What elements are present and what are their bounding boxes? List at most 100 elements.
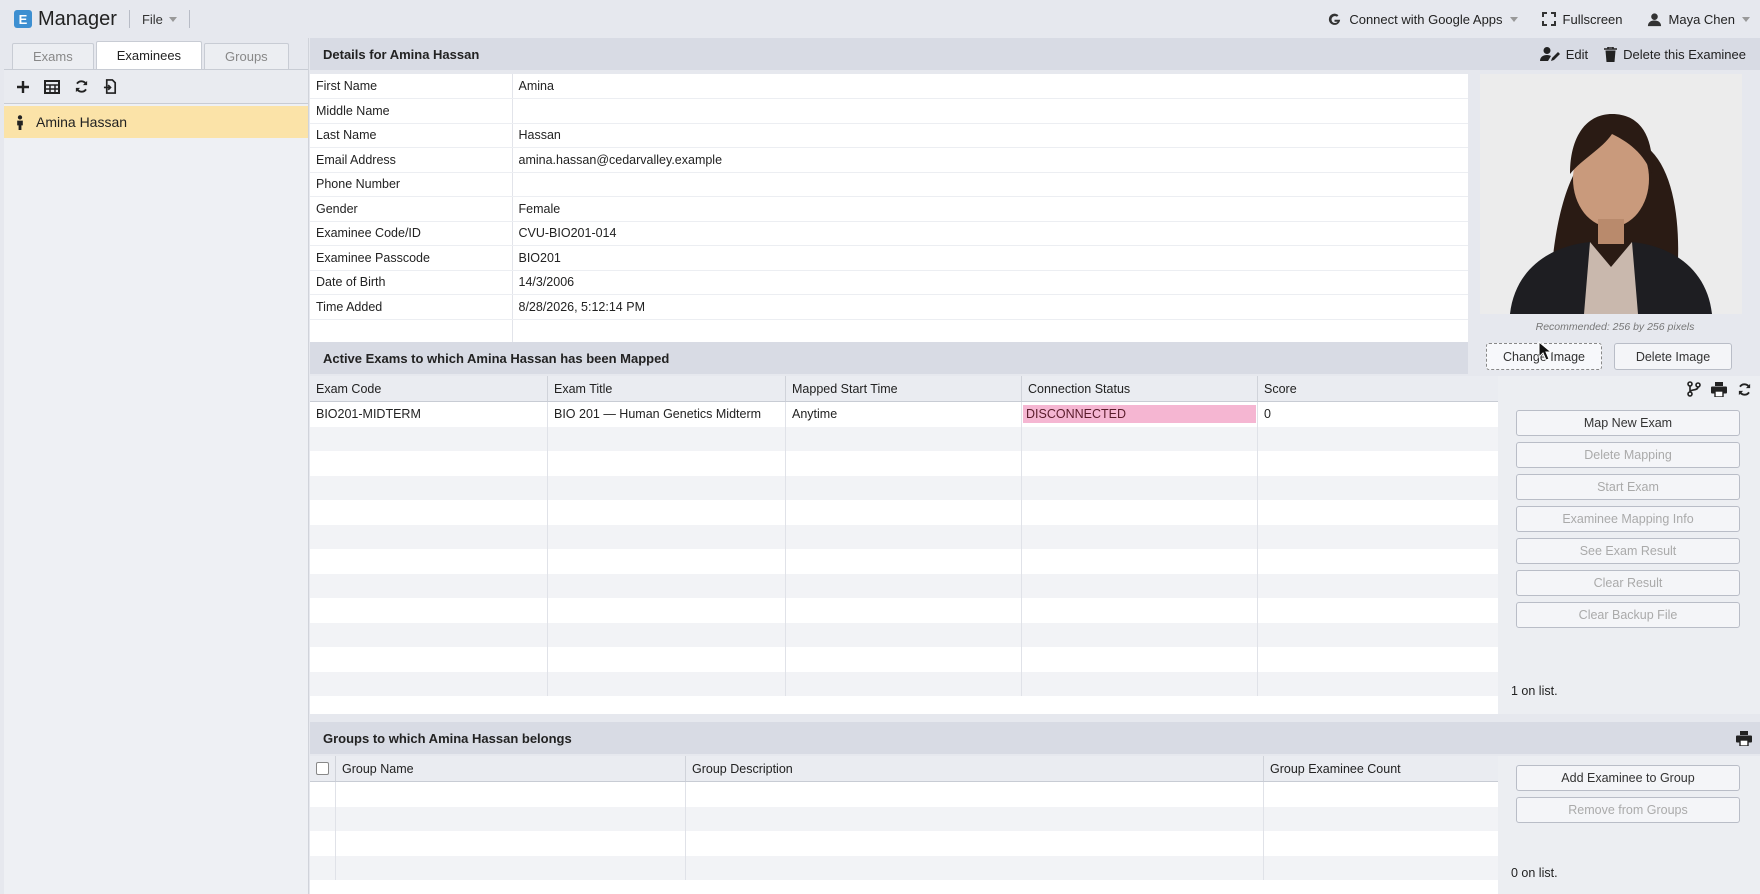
delete-image-button[interactable]: Delete Image	[1614, 343, 1732, 370]
chevron-down-icon	[1509, 16, 1518, 22]
photo-panel: Recommended: 256 by 256 pixels Change Im…	[1480, 74, 1750, 370]
groups-count: 0 on list.	[1511, 866, 1558, 880]
detail-value: 8/28/2026, 5:12:14 PM	[512, 294, 1468, 320]
group-actions-panel: Add Examinee to Group Remove from Groups…	[1498, 756, 1760, 894]
refresh-icon[interactable]	[72, 78, 90, 96]
table-row-empty	[310, 671, 1498, 696]
table-row-empty	[310, 831, 1498, 856]
exams-grid: Exam Code Exam Title Mapped Start Time C…	[310, 376, 1498, 714]
add-to-group-button[interactable]: Add Examinee to Group	[1516, 765, 1740, 791]
score-cell: 0	[1264, 407, 1271, 422]
detail-filler	[512, 319, 1468, 344]
table-row-empty	[310, 426, 1498, 451]
add-icon[interactable]	[14, 78, 32, 96]
detail-label: Last Name	[310, 123, 513, 148]
print-icon[interactable]	[1736, 731, 1752, 746]
connection-status-cell: DISCONNECTED	[1022, 402, 1258, 427]
app-title: Manager	[38, 7, 117, 30]
detail-value: Amina	[512, 74, 1468, 99]
start-exam-button[interactable]: Start Exam	[1516, 474, 1740, 500]
table-row-empty	[310, 500, 1498, 525]
map-new-exam-button[interactable]: Map New Exam	[1516, 410, 1740, 436]
examinee-list-item[interactable]: Amina Hassan	[4, 106, 308, 138]
tab-examinees[interactable]: Examinees	[95, 41, 203, 69]
table-row-empty	[310, 855, 1498, 880]
detail-label: Date of Birth	[310, 270, 513, 295]
google-icon	[1329, 13, 1341, 25]
table-row-empty	[310, 622, 1498, 647]
detail-value: CVU-BIO201-014	[512, 221, 1468, 246]
sidebar: Exams Examinees Groups Amina Hassan	[4, 38, 309, 894]
mapping-info-button[interactable]: Examinee Mapping Info	[1516, 506, 1740, 532]
groups-title: Groups to which Amina Hassan belongs	[323, 730, 572, 746]
detail-filler	[310, 319, 513, 344]
exams-title: Active Exams to which Amina Hassan has b…	[323, 350, 670, 366]
detail-row: Date of Birth 14/3/2006	[310, 270, 1468, 295]
detail-label: Middle Name	[310, 98, 513, 124]
sidebar-toolbar	[4, 70, 308, 104]
fullscreen-button[interactable]: Fullscreen	[1541, 11, 1623, 27]
connect-google-label: Connect with Google Apps	[1349, 11, 1503, 27]
col-connection-status[interactable]: Connection Status	[1022, 376, 1258, 401]
details-header: Details for Amina Hassan Edit Delete thi…	[310, 38, 1760, 70]
table-row-empty	[310, 647, 1498, 672]
exams-grid-header: Exam Code Exam Title Mapped Start Time C…	[310, 376, 1498, 402]
detail-row: Examinee Passcode BIO201	[310, 245, 1468, 271]
user-icon	[1647, 12, 1661, 26]
select-all-checkbox[interactable]	[316, 762, 329, 775]
details-table: First Name Amina Middle Name Last Name Has…	[310, 74, 1468, 344]
tab-groups[interactable]: Groups	[204, 43, 289, 69]
exams-header: Active Exams to which Amina Hassan has b…	[310, 342, 1468, 374]
clear-backup-file-button[interactable]: Clear Backup File	[1516, 602, 1740, 628]
groups-grid: Group Name Group Description Group Exami…	[310, 756, 1498, 894]
col-exam-title[interactable]: Exam Title	[548, 376, 786, 401]
delete-examinee-label: Delete this Examinee	[1623, 46, 1746, 62]
see-exam-result-button[interactable]: See Exam Result	[1516, 538, 1740, 564]
mouse-cursor-icon	[1538, 341, 1552, 361]
import-icon[interactable]	[101, 78, 119, 96]
delete-examinee-button[interactable]: Delete this Examinee	[1604, 46, 1746, 62]
mapped-start-cell: Anytime	[786, 402, 1022, 427]
detail-row: Last Name Hassan	[310, 123, 1468, 148]
detail-row: Middle Name	[310, 98, 1468, 124]
detail-label: Examinee Passcode	[310, 245, 513, 271]
table-row-empty	[310, 475, 1498, 500]
person-icon	[17, 114, 23, 130]
refresh-icon[interactable]	[1737, 382, 1752, 397]
fullscreen-label: Fullscreen	[1562, 11, 1623, 27]
col-mapped-start[interactable]: Mapped Start Time	[786, 376, 1022, 401]
user-menu[interactable]: Maya Chen	[1647, 12, 1750, 27]
app-logo: E	[14, 10, 32, 28]
examinee-photo	[1480, 74, 1742, 314]
exam-title-cell: BIO 201 — Human Genetics Midterm	[548, 402, 786, 427]
detail-label: First Name	[310, 74, 513, 99]
remove-from-groups-button[interactable]: Remove from Groups	[1516, 797, 1740, 823]
detail-label: Gender	[310, 196, 513, 222]
edit-button[interactable]: Edit	[1539, 46, 1588, 62]
table-row-empty	[310, 524, 1498, 549]
detail-label: Time Added	[310, 294, 513, 320]
col-group-examinee-count[interactable]: Group Examinee Count	[1264, 756, 1498, 781]
col-score[interactable]: Score	[1258, 376, 1498, 401]
detail-row: Time Added 8/28/2026, 5:12:14 PM	[310, 294, 1468, 320]
table-row-empty	[310, 573, 1498, 598]
trash-icon	[1604, 46, 1618, 62]
file-menu[interactable]: File	[142, 12, 177, 27]
col-exam-code[interactable]: Exam Code	[310, 376, 548, 401]
tab-exams[interactable]: Exams	[12, 43, 94, 69]
branch-icon[interactable]	[1687, 381, 1701, 397]
connect-google-menu[interactable]: Connect with Google Apps	[1327, 11, 1518, 27]
delete-mapping-button[interactable]: Delete Mapping	[1516, 442, 1740, 468]
table-row-empty	[310, 549, 1498, 574]
details-title: Details for Amina Hassan	[323, 46, 480, 62]
groups-grid-header: Group Name Group Description Group Exami…	[310, 756, 1498, 782]
col-group-description[interactable]: Group Description	[686, 756, 1264, 781]
clear-result-button[interactable]: Clear Result	[1516, 570, 1740, 596]
print-icon[interactable]	[1711, 381, 1727, 397]
table-row[interactable]: BIO201-MIDTERM BIO 201 — Human Genetics …	[310, 402, 1498, 427]
table-icon[interactable]	[43, 78, 61, 96]
divider	[128, 10, 130, 28]
detail-label: Examinee Code/ID	[310, 221, 513, 246]
col-group-name[interactable]: Group Name	[336, 756, 686, 781]
detail-value: Female	[512, 196, 1468, 222]
